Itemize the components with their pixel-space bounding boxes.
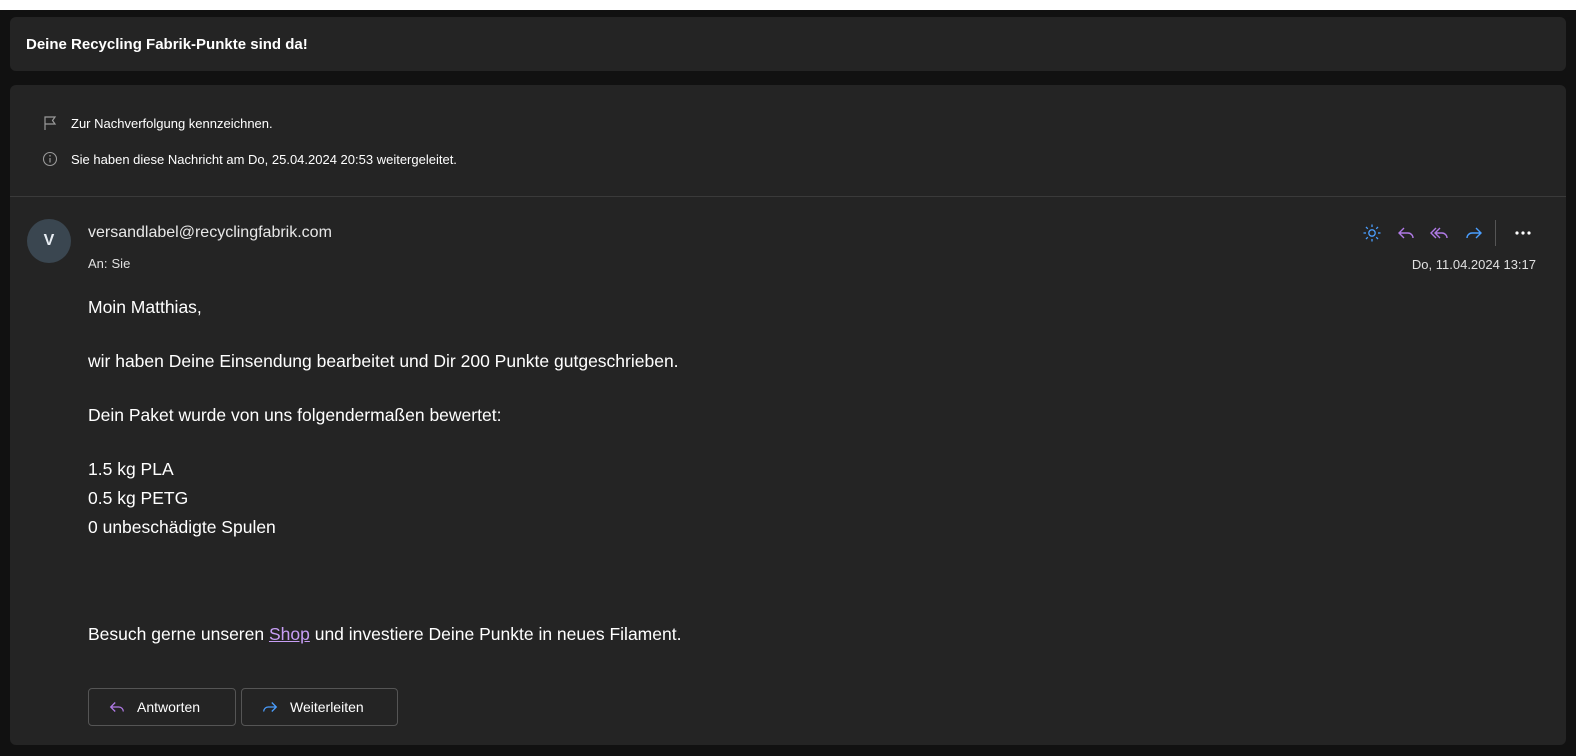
avatar[interactable]: V [27,219,71,263]
list-item: 0.5 kg PETG [88,488,189,508]
more-icon[interactable] [1508,221,1538,245]
forward-icon [260,698,280,716]
divider [10,196,1566,197]
flag-text: Zur Nachverfolgung kennzeichnen. [71,115,273,131]
body-line-1: wir haben Deine Einsendung bearbeitet un… [88,351,679,371]
shop-link[interactable]: Shop [269,624,310,644]
forward-notice-text: Sie haben diese Nachricht am Do, 25.04.2… [71,151,457,167]
list-item: 0 unbeschädigte Spulen [88,517,276,537]
message-actions [1353,220,1538,246]
recipient-line: An: Sie [88,256,130,271]
reply-button[interactable]: Antworten [88,688,236,726]
closing-text-before: Besuch gerne unseren [88,624,269,644]
flag-row[interactable]: Zur Nachverfolgung kennzeichnen. [40,115,273,131]
reply-button-label: Antworten [137,699,201,715]
sun-icon[interactable] [1357,221,1387,245]
flag-icon [40,115,60,131]
sender-address[interactable]: versandlabel@recyclingfabrik.com [88,224,332,242]
window-top-strip [0,0,1576,10]
avatar-initial: V [43,232,55,249]
reply-all-icon[interactable] [1425,221,1455,245]
list-item: 1.5 kg PLA [88,459,174,479]
info-icon [40,151,60,167]
forward-icon[interactable] [1459,221,1489,245]
forward-button-label: Weiterleiten [290,699,364,715]
forward-button[interactable]: Weiterleiten [241,688,398,726]
body-line-2: Dein Paket wurde von uns folgendermaßen … [88,405,502,425]
closing-line: Besuch gerne unseren Shop und investiere… [88,620,681,649]
reply-icon[interactable] [1391,221,1421,245]
greeting: Moin Matthias, [88,297,202,317]
message-card: Zur Nachverfolgung kennzeichnen. Sie hab… [10,85,1566,745]
forward-notice-row: Sie haben diese Nachricht am Do, 25.04.2… [40,151,457,167]
to-label: An: [88,256,108,271]
email-subject: Deine Recycling Fabrik-Punkte sind da! [26,35,308,53]
actions-separator [1495,220,1496,246]
subject-bar: Deine Recycling Fabrik-Punkte sind da! [10,17,1566,71]
message-body: Moin Matthias, wir haben Deine Einsendun… [88,293,681,649]
to-value[interactable]: Sie [112,256,131,271]
reply-icon [107,698,127,716]
closing-text-after: und investiere Deine Punkte in neues Fil… [309,624,682,644]
message-date: Do, 11.04.2024 13:17 [1411,257,1536,272]
